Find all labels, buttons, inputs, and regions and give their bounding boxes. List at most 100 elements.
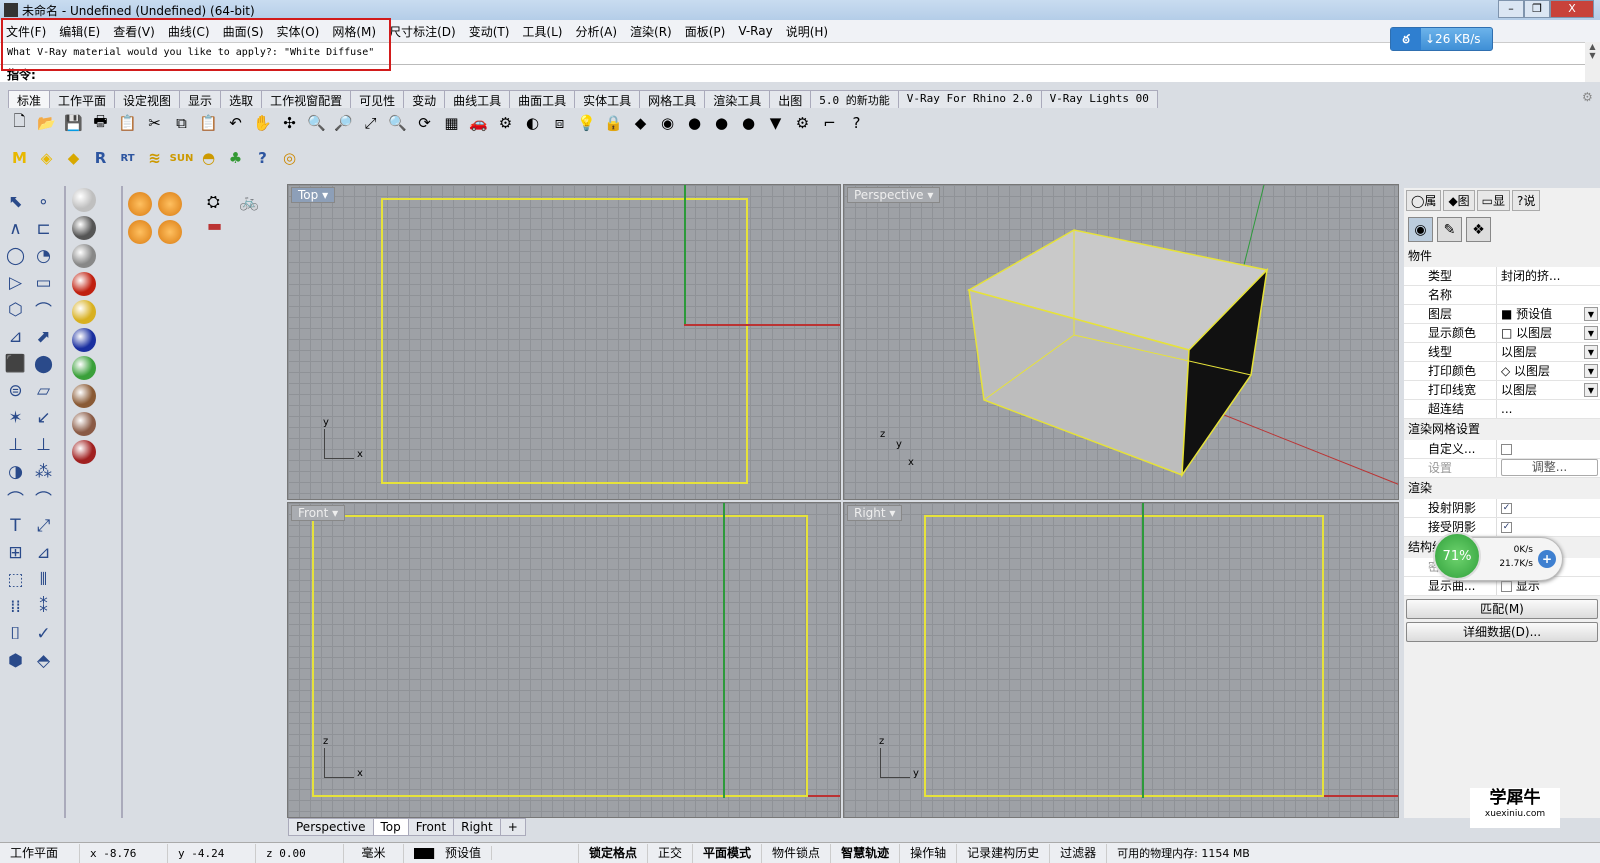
zoom-extents-icon[interactable]: ⤢ [359,112,382,135]
vray-sphere-icon[interactable]: ● [737,112,760,135]
help-icon[interactable]: ? [845,112,868,135]
viewport-tab[interactable]: Right [453,818,501,836]
tool-icon[interactable]: ⊥ [32,433,55,456]
tool-icon[interactable]: ⌒ [32,487,55,511]
lock-icon[interactable]: 🔒 [602,112,625,135]
toolbar-tab[interactable]: 实体工具 [574,90,641,108]
color-wheel-icon[interactable]: ◉ [1408,217,1433,242]
tool-icon[interactable]: ⊥ [4,433,27,456]
tool-icon[interactable]: ⊿ [32,541,55,564]
tool-icon[interactable]: ◔ [32,244,55,267]
car-icon[interactable]: 🚗 [467,112,490,135]
material-preset[interactable] [158,220,182,244]
viewport-tab[interactable]: Perspective [288,818,374,836]
material-ball-icon[interactable] [72,272,96,296]
menu-item[interactable]: 面板(P) [685,23,726,40]
toolbar-tab[interactable]: 出图 [769,90,812,108]
tool-icon[interactable]: ⁞⁞ [4,595,27,618]
cut-icon[interactable]: ✂ [143,112,166,135]
status-toggle[interactable]: 平面模式 [693,843,763,863]
save-icon[interactable]: 💾 [62,112,85,135]
tool-icon[interactable]: ⬤ [32,352,55,375]
material-ball-icon[interactable] [72,356,96,380]
tool-icon[interactable]: ∧ [4,217,27,240]
menu-item[interactable]: 变动(T) [469,23,510,40]
color-wheel-icon[interactable]: ◉ [656,112,679,135]
toolbar-tab[interactable]: 变动 [403,90,446,108]
print-icon[interactable]: 🖶 [89,112,112,135]
vray-light-icon[interactable]: ◓ [197,147,220,170]
open-icon[interactable]: 📂 [35,112,58,135]
vray-render-icon[interactable]: R [89,147,112,170]
command-scrollbar[interactable]: ▲ ▼ [1585,42,1600,82]
tool-icon[interactable]: ⬛ [4,352,27,375]
toolbar-tab[interactable]: V-Ray For Rhino 2.0 [897,90,1042,108]
tabs-settings-icon[interactable]: ⚙ [1582,90,1593,104]
toolbar-tab[interactable]: 网格工具 [639,90,706,108]
panel-tab[interactable]: ◆图 [1443,190,1475,211]
tool-icon[interactable]: ⬘ [32,649,55,672]
material-ball-icon[interactable] [72,412,96,436]
chair-model-icon[interactable]: ⛭ [207,192,235,212]
property-value[interactable]: □ 以图层 [1497,324,1586,342]
vray-options-icon[interactable]: ◈ [35,147,58,170]
dropdown-arrow-icon[interactable]: ▼ [1584,383,1598,397]
vray-plane-icon[interactable]: ≋ [143,147,166,170]
toolbar-tab[interactable]: V-Ray Lights 00 [1040,90,1158,108]
toolbar-tab[interactable]: 标准 [8,90,51,108]
show-curves-checkbox[interactable] [1501,581,1512,592]
cplane-label[interactable]: 工作平面 [0,843,80,863]
viewport-perspective[interactable]: Perspective ▾ zyx [843,184,1399,500]
property-value[interactable]: 以图层 [1497,343,1586,361]
current-layer[interactable]: 预设值 [404,843,579,863]
material-ball-icon[interactable] [72,300,96,324]
vray-material-icon[interactable]: M [8,147,31,170]
tool-icon[interactable]: ▭ [32,271,55,294]
viewport-top[interactable]: Top ▾ yx [287,184,841,500]
toolbar-tab[interactable]: 工作平面 [49,90,116,108]
gear-icon[interactable]: ⚙ [791,112,814,135]
tool-icon[interactable]: ✓ [32,622,55,645]
tool-icon[interactable]: T [4,514,27,537]
new-file-icon[interactable]: 🗋 [8,112,31,135]
menu-item[interactable]: 尺寸标注(D) [389,23,456,40]
material-ball-icon[interactable] [72,440,96,464]
material-ball-icon[interactable] [72,244,96,268]
brush-icon[interactable]: ✎ [1437,217,1462,242]
details-button[interactable]: 详细数据(D)... [1406,622,1598,642]
property-value[interactable]: ◇ 以图层 [1497,362,1586,380]
viewport-front[interactable]: Front ▾ zx [287,502,841,818]
receive-shadow-checkbox[interactable]: ✓ [1501,522,1512,533]
viewport-label[interactable]: Right ▾ [847,505,903,521]
vray-rt-icon[interactable]: RT [116,147,139,170]
material-icon[interactable]: ◆ [629,112,652,135]
tool-icon[interactable]: ✶ [4,406,27,429]
tool-icon[interactable]: ⊏ [32,217,55,240]
paste-icon[interactable]: 📋 [197,112,220,135]
tool-icon[interactable]: ◯ [4,244,27,267]
zoom-window-icon[interactable]: 🔍 [305,112,328,135]
material-preset[interactable] [128,220,152,244]
minimize-button[interactable]: – [1498,0,1524,18]
tool-icon[interactable]: ⫴ [32,568,55,591]
toolbar-tab[interactable]: 工作视窗配置 [261,90,352,108]
menu-item[interactable]: 说明(H) [786,23,828,40]
network-speed-badge[interactable]: ఠ ↓26 KB/s [1390,27,1493,51]
material-ball-icon[interactable] [72,188,96,212]
viewport-tab[interactable]: + [499,818,526,836]
tool-icon[interactable]: ▱ [32,379,55,402]
tool-icon[interactable]: ⤢ [32,514,55,537]
cast-shadow-checkbox[interactable]: ✓ [1501,503,1512,514]
dropdown-arrow-icon[interactable]: ▼ [1584,307,1598,321]
toolbar-tab[interactable]: 曲线工具 [444,90,511,108]
tool-icon[interactable]: ⬈ [32,325,55,348]
tool-icon[interactable]: ⬢ [4,649,27,672]
bicycle-icon[interactable]: 🚲 [239,192,267,212]
tool-icon[interactable]: ⊞ [4,541,27,564]
status-toggle[interactable]: 操作轴 [900,843,958,863]
texture-icon[interactable]: ❖ [1466,217,1491,242]
undo-icon[interactable]: ↶ [224,112,247,135]
render-sphere-icon[interactable]: ● [710,112,733,135]
tool-icon[interactable]: ∘ [32,190,55,213]
rotate-view-icon[interactable]: ✣ [278,112,301,135]
